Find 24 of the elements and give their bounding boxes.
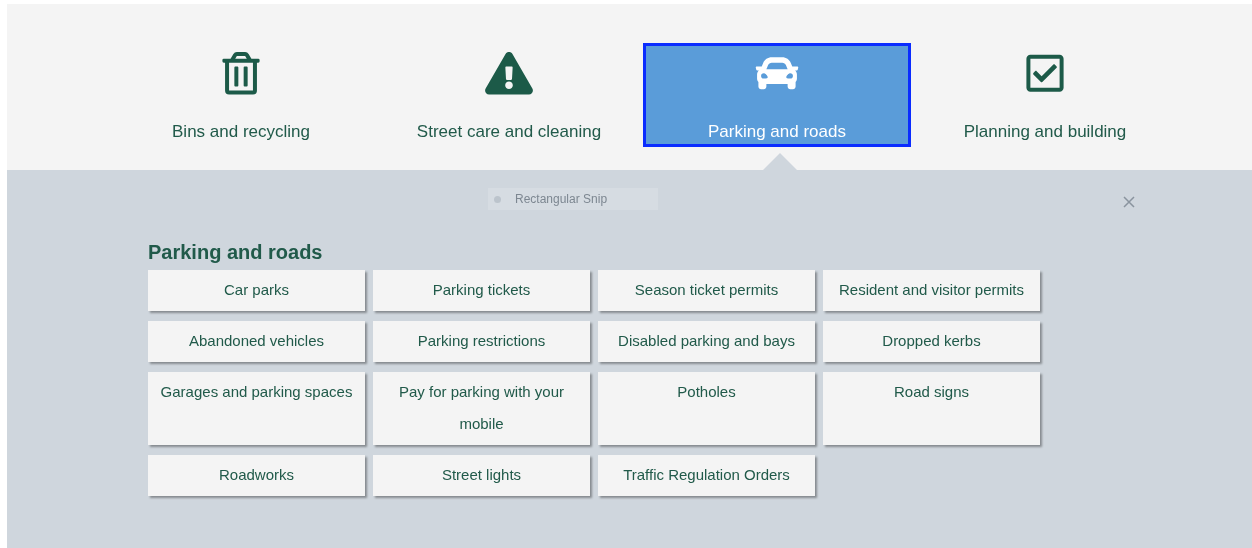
category-tab[interactable]: Street care and cleaning: [375, 43, 643, 147]
trash-icon: [221, 52, 261, 95]
service-link[interactable]: Abandoned vehicles: [148, 321, 365, 362]
service-link[interactable]: Pay for parking with your mobile: [373, 372, 590, 445]
panel-title: Parking and roads: [148, 240, 324, 264]
service-link[interactable]: Parking restrictions: [373, 321, 590, 362]
service-link[interactable]: Parking tickets: [373, 270, 590, 311]
service-link[interactable]: Dropped kerbs: [823, 321, 1040, 362]
snip-label: Rectangular Snip: [515, 191, 608, 208]
service-link[interactable]: Street lights: [373, 455, 590, 496]
service-link[interactable]: Potholes: [598, 372, 815, 445]
category-tab[interactable]: Planning and building: [911, 43, 1179, 147]
service-link[interactable]: Garages and parking spaces: [148, 372, 365, 445]
service-link[interactable]: Car parks: [148, 270, 365, 311]
service-link[interactable]: Season ticket permits: [598, 270, 815, 311]
service-link[interactable]: Road signs: [823, 372, 1040, 445]
record-icon: [494, 195, 501, 203]
service-link[interactable]: Disabled parking and bays: [598, 321, 815, 362]
service-link[interactable]: Resident and visitor permits: [823, 270, 1040, 311]
service-link[interactable]: Roadworks: [148, 455, 365, 496]
category-tab[interactable]: Bins and recycling: [107, 43, 375, 147]
service-link[interactable]: Traffic Regulation Orders: [598, 455, 815, 496]
warning-icon: [484, 52, 534, 95]
close-icon[interactable]: [1123, 196, 1135, 208]
